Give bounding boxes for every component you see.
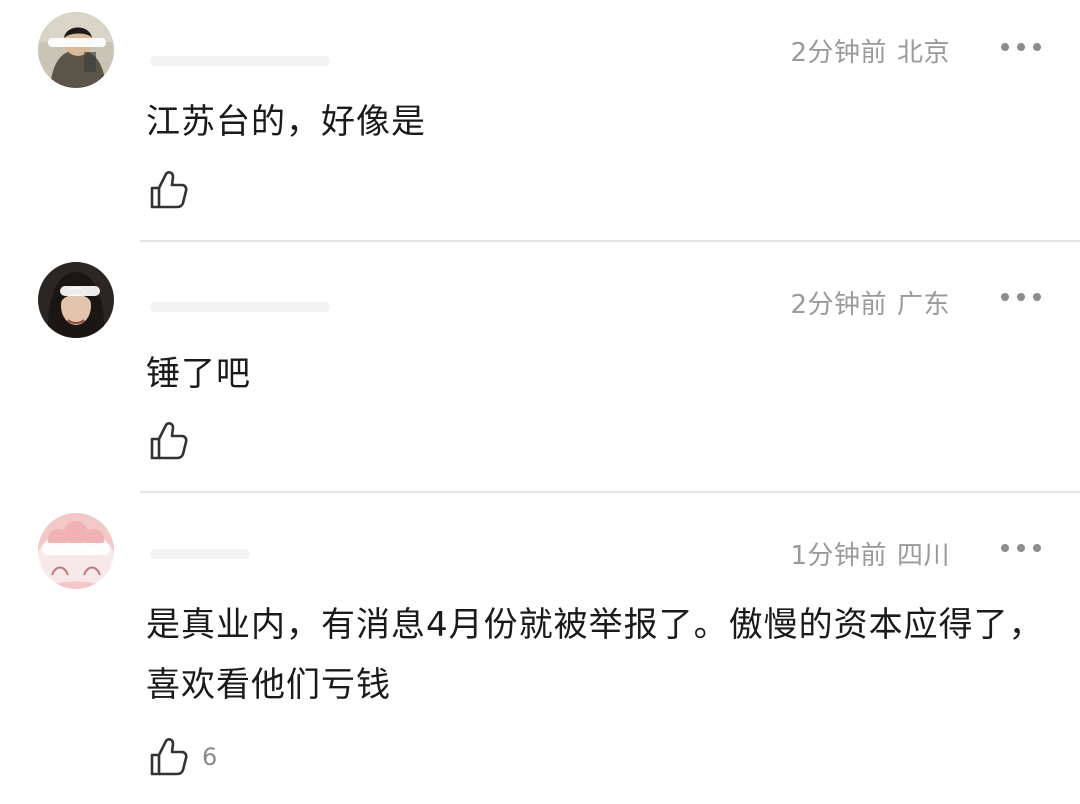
thumbs-up-icon xyxy=(150,738,188,776)
comment-item: 2分钟前 广东 锤了吧 xyxy=(0,242,1080,492)
comment-meta: 2分钟前 北京 xyxy=(790,32,950,69)
comment-text: 锤了吧 xyxy=(146,354,251,394)
like-count: 6 xyxy=(202,743,218,771)
username-redacted xyxy=(150,549,250,559)
avatar[interactable] xyxy=(38,262,114,338)
comment-text: 江苏台的，好像是 xyxy=(146,102,426,142)
comment-item: 1分钟前 四川 是真业内，有消息4月份就被举报了。傲慢的资本应得了，喜欢看他们亏钱… xyxy=(0,493,1080,804)
comment-item: 2分钟前 北京 江苏台的，好像是 xyxy=(0,0,1080,241)
like-button[interactable] xyxy=(148,419,202,463)
thumbs-up-icon xyxy=(150,422,188,460)
avatar-photo-woman xyxy=(38,262,114,338)
avatar[interactable] xyxy=(38,513,114,589)
comment-location: 四川 xyxy=(896,541,950,571)
avatar-photo-man xyxy=(38,12,114,88)
more-dots-icon[interactable] xyxy=(1000,40,1042,54)
comment-time: 1分钟前 xyxy=(790,541,887,571)
comment-location: 北京 xyxy=(896,38,950,68)
username-redacted xyxy=(150,56,330,66)
comment-time: 2分钟前 xyxy=(790,290,887,320)
comment-time: 2分钟前 xyxy=(790,38,887,68)
avatar[interactable] xyxy=(38,12,114,88)
more-dots-icon[interactable] xyxy=(1000,290,1042,304)
username-redacted xyxy=(150,302,330,312)
comment-meta: 1分钟前 四川 xyxy=(790,535,950,572)
more-dots-icon[interactable] xyxy=(1000,541,1042,555)
comment-text: 是真业内，有消息4月份就被举报了。傲慢的资本应得了，喜欢看他们亏钱 xyxy=(146,605,1044,705)
avatar-cartoon-pink xyxy=(38,513,114,589)
like-button[interactable] xyxy=(148,168,202,212)
comment-meta: 2分钟前 广东 xyxy=(790,284,950,321)
thumbs-up-icon xyxy=(150,171,188,209)
comment-location: 广东 xyxy=(896,290,950,320)
like-button[interactable]: 6 xyxy=(148,735,217,779)
